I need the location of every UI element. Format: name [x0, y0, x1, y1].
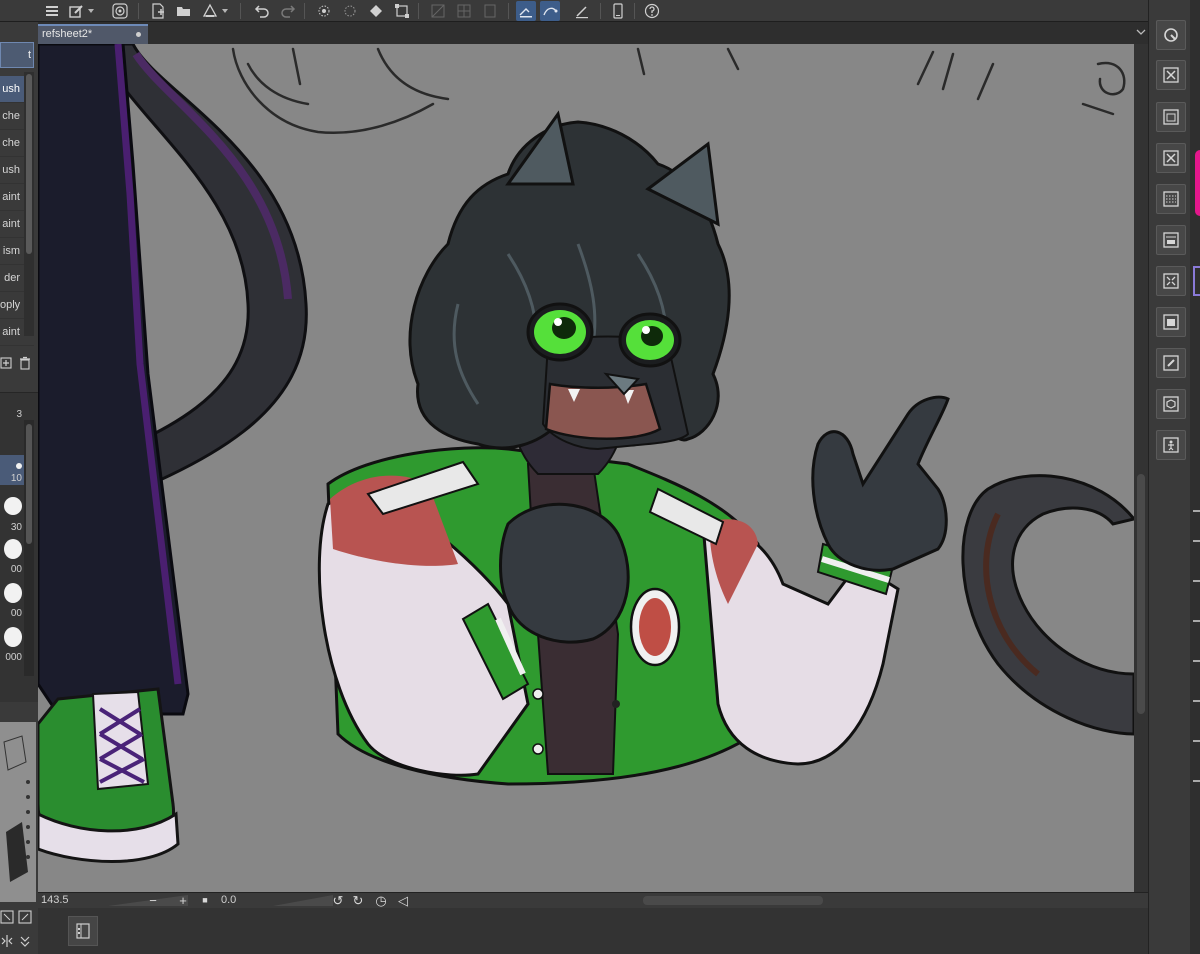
- rotate-left-icon[interactable]: ↺: [331, 893, 345, 908]
- pattern-icon[interactable]: [1156, 184, 1186, 214]
- canvas-vertical-scrollbar[interactable]: [1134, 44, 1148, 892]
- brush-size-preset[interactable]: 00: [0, 583, 24, 619]
- navigator-icon[interactable]: [1156, 20, 1186, 50]
- fill-icon[interactable]: [366, 1, 386, 21]
- brush-size-preset[interactable]: 10: [0, 455, 24, 485]
- 3d-icon[interactable]: [1156, 389, 1186, 419]
- vector-icon[interactable]: [540, 1, 560, 21]
- panel-edge-mark: [1193, 620, 1200, 622]
- brush-size-value: 10: [10, 473, 22, 484]
- grid-icon[interactable]: [454, 1, 474, 21]
- expand-icon[interactable]: [18, 910, 32, 924]
- scrollbar-thumb[interactable]: [1137, 474, 1145, 714]
- brush-dot-icon: [4, 497, 22, 515]
- close-layer-icon[interactable]: [1156, 60, 1186, 90]
- panel-toggle-button[interactable]: [68, 916, 98, 946]
- sparkle-icon[interactable]: [314, 1, 334, 21]
- transform-layer-icon[interactable]: [1156, 266, 1186, 296]
- folder-icon[interactable]: [1156, 307, 1186, 337]
- paint-app-window: refsheet2* t ush che che ush aint aint i…: [0, 0, 1200, 954]
- reset-rotation-icon[interactable]: ◷: [374, 893, 388, 908]
- brush-size-value: 000: [5, 652, 22, 663]
- selection-icon[interactable]: [340, 1, 360, 21]
- sub-tool-panel: t ush che che ush aint aint ism der oply…: [0, 22, 38, 954]
- brush-dot-icon: [16, 463, 22, 469]
- rotate-right-icon[interactable]: ↻: [351, 893, 365, 908]
- close-layer-icon[interactable]: [1156, 143, 1186, 173]
- brush-size-top-label: 3: [16, 409, 22, 420]
- spiral-icon[interactable]: [110, 1, 130, 21]
- brush-size-preset[interactable]: 000: [0, 627, 24, 663]
- redo-icon[interactable]: [278, 1, 298, 21]
- open-icon[interactable]: [174, 1, 194, 21]
- panel-edge-mark: [1193, 510, 1200, 512]
- brush-size-value: 30: [10, 522, 22, 533]
- undo-icon[interactable]: [252, 1, 272, 21]
- sub-tool-scrollbar[interactable]: [24, 72, 34, 336]
- device-icon[interactable]: [608, 1, 628, 21]
- layer-properties-icon[interactable]: [1156, 225, 1186, 255]
- chevron-down-icon[interactable]: [1136, 27, 1146, 37]
- brush-size-value: 00: [10, 608, 22, 619]
- unsaved-dot-icon[interactable]: [136, 32, 141, 37]
- zoom-out-button[interactable]: −: [146, 893, 160, 908]
- drawing-canvas[interactable]: [38, 44, 1134, 892]
- bottom-panel: [38, 908, 1148, 954]
- panel-edge-mark: [1193, 740, 1200, 742]
- brush-dot-icon: [4, 627, 22, 647]
- stabilizer-icon[interactable]: [516, 1, 536, 21]
- menu-icon[interactable]: [42, 1, 62, 21]
- new-icon[interactable]: [148, 1, 168, 21]
- navigator-thumbnail[interactable]: [0, 722, 36, 902]
- panel-edge-mark: [1193, 780, 1200, 782]
- panel-edge-mark: [1193, 580, 1200, 582]
- rotation-slider[interactable]: [273, 895, 333, 906]
- sub-tool-header[interactable]: t: [0, 42, 34, 68]
- trash-icon[interactable]: [18, 356, 32, 370]
- rotation-value[interactable]: 0.0: [221, 894, 236, 906]
- artwork: [38, 44, 1134, 892]
- brush-dot-icon: [4, 539, 22, 559]
- fit-window-icon[interactable]: [0, 910, 14, 924]
- right-dock: [1148, 0, 1190, 954]
- panel-edge-mark: [1193, 700, 1200, 702]
- zoom-in-button[interactable]: +: [176, 893, 190, 908]
- add-sub-tool-icon[interactable]: [0, 356, 14, 370]
- pen-settings-icon[interactable]: [66, 1, 94, 21]
- brush-size-value: 00: [10, 564, 22, 575]
- panel-tab-indicator[interactable]: [1193, 266, 1200, 296]
- save-icon[interactable]: [200, 1, 228, 21]
- scrollbar-thumb[interactable]: [26, 74, 32, 254]
- figure-icon[interactable]: [1156, 430, 1186, 460]
- ruler-icon[interactable]: [428, 1, 448, 21]
- brush-size-scrollbar[interactable]: [24, 420, 34, 676]
- document-tab-title: refsheet2*: [42, 28, 93, 40]
- canvas-horizontal-scrollbar-thumb[interactable]: [643, 896, 823, 905]
- panel-edge-mark: [1193, 660, 1200, 662]
- collapse-icon[interactable]: [18, 934, 32, 948]
- flip-horizontal-icon[interactable]: ◁: [396, 893, 410, 908]
- edit-icon[interactable]: [1156, 348, 1186, 378]
- library-icon[interactable]: [1156, 102, 1186, 132]
- fit-screen-button[interactable]: ■: [198, 893, 212, 908]
- document-tab[interactable]: refsheet2*: [38, 24, 148, 44]
- color-swatch[interactable]: [1195, 150, 1200, 216]
- zoom-value[interactable]: 143.5: [41, 894, 69, 906]
- transform-icon[interactable]: [392, 1, 412, 21]
- brush-dot-icon: [4, 583, 22, 603]
- help-icon[interactable]: [642, 1, 662, 21]
- perspective-icon[interactable]: [480, 1, 500, 21]
- flip-icon[interactable]: [0, 934, 14, 948]
- command-bar: [0, 0, 1200, 22]
- snap-icon[interactable]: [572, 1, 592, 21]
- scrollbar-thumb[interactable]: [26, 424, 32, 544]
- panel-layout-icon: [76, 923, 90, 939]
- status-bar: 143.5 − + ■ 0.0 ↺ ↻ ◷ ◁: [38, 892, 1148, 908]
- panel-edge-mark: [1193, 540, 1200, 542]
- brush-size-preset[interactable]: 30: [0, 497, 24, 533]
- document-tab-bar: refsheet2*: [38, 22, 1148, 44]
- brush-size-preset[interactable]: 00: [0, 539, 24, 575]
- right-edge-panel: [1190, 0, 1200, 954]
